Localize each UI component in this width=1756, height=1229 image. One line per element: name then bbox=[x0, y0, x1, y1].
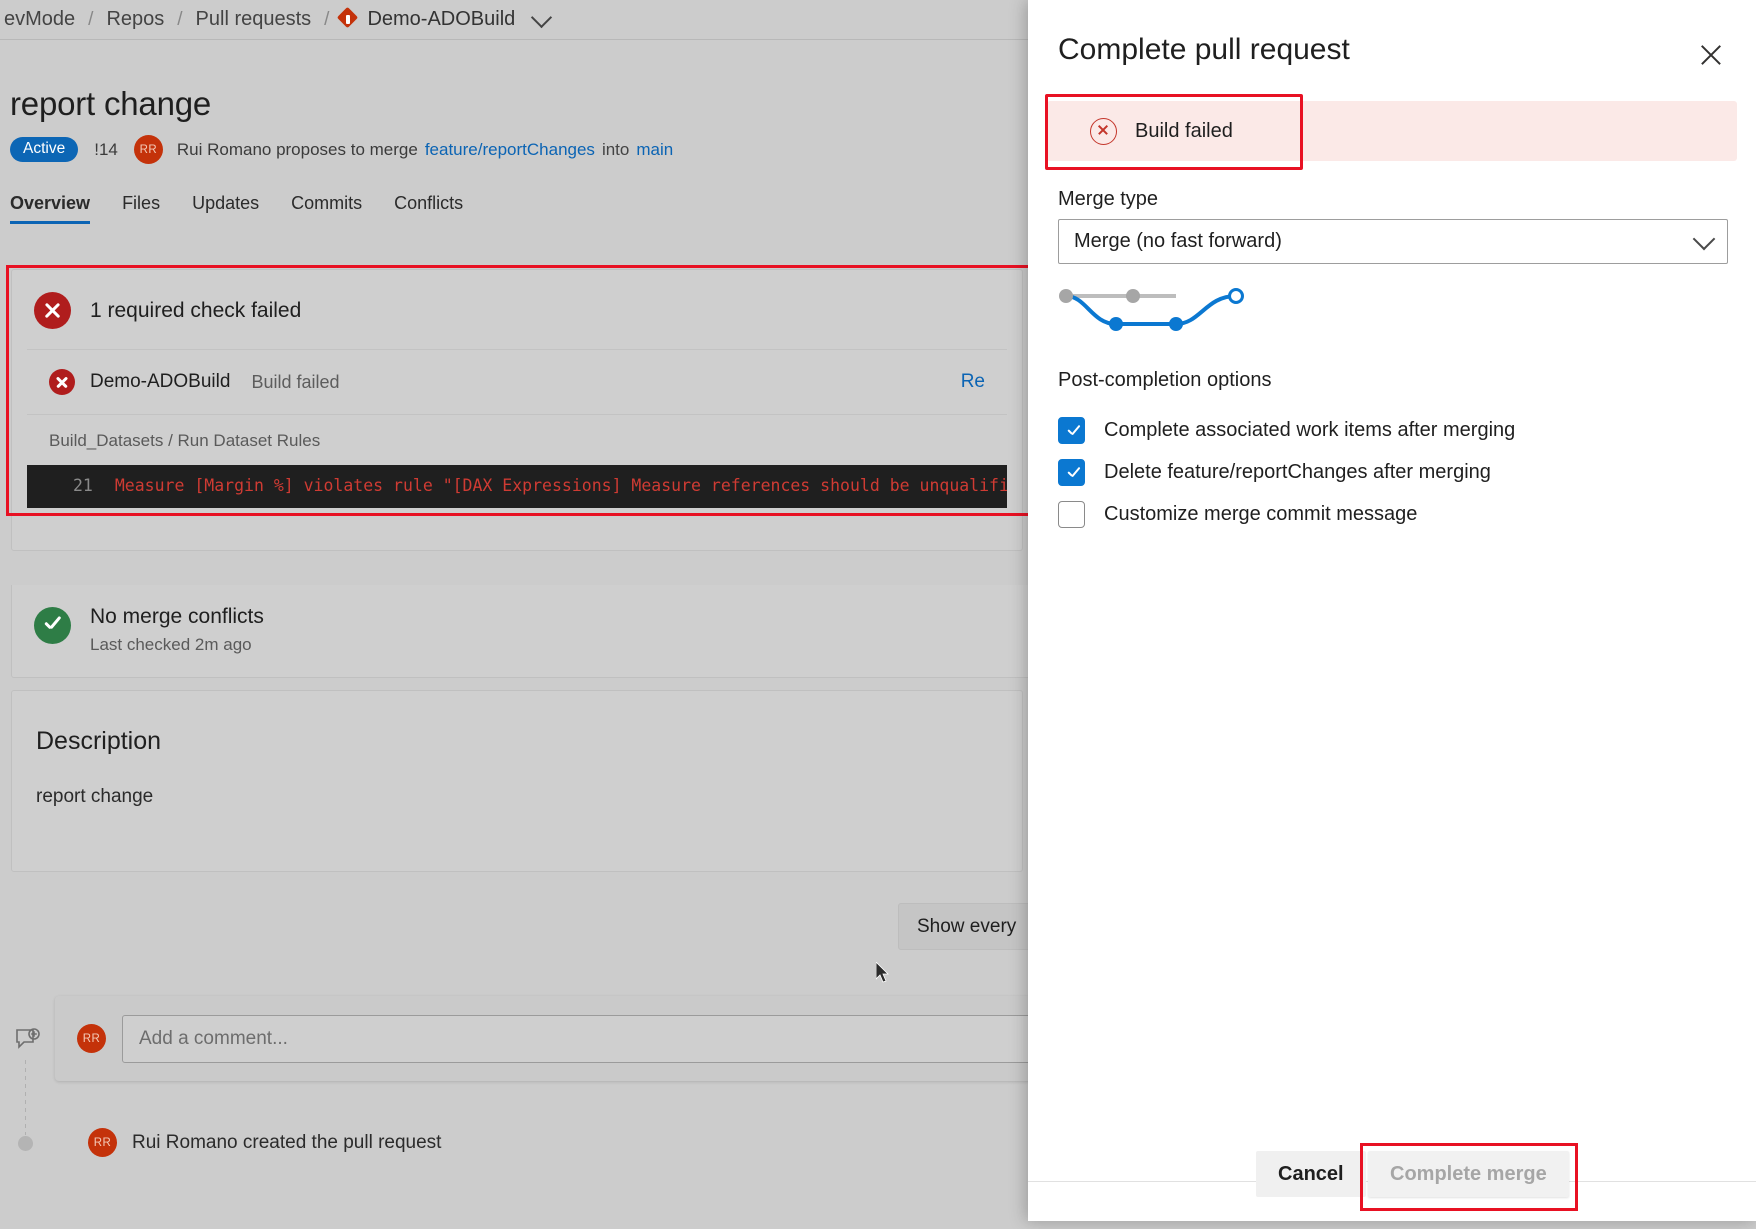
source-branch-link[interactable]: feature/reportChanges bbox=[425, 140, 595, 160]
status-badge: Active bbox=[10, 137, 78, 162]
check-row[interactable]: Demo-ADOBuild Build failed Re bbox=[27, 349, 1007, 414]
build-failed-banner-text: Build failed bbox=[1135, 120, 1233, 143]
timeline-rail bbox=[25, 1060, 26, 1135]
merge-type-label: Merge type bbox=[1058, 188, 1158, 211]
avatar: RR bbox=[134, 135, 163, 164]
breadcrumb-repo-label: Demo-ADOBuild bbox=[367, 8, 515, 31]
breadcrumb-separator: / bbox=[79, 9, 102, 31]
breadcrumb-divider bbox=[0, 39, 1050, 40]
merge-type-select[interactable]: Merge (no fast forward) bbox=[1058, 219, 1728, 264]
pr-subline-prefix: Rui Romano proposes to merge bbox=[177, 140, 418, 160]
target-branch-link[interactable]: main bbox=[636, 140, 673, 160]
log-path: Build_Datasets / Run Dataset Rules bbox=[27, 415, 1007, 465]
check-name: Demo-ADOBuild bbox=[90, 371, 230, 393]
merge-type-value: Merge (no fast forward) bbox=[1074, 230, 1282, 253]
error-circle-icon bbox=[49, 369, 75, 395]
avatar: RR bbox=[77, 1024, 106, 1053]
page-title: report change bbox=[10, 85, 211, 123]
avatar: RR bbox=[88, 1128, 117, 1157]
pr-subline-middle: into bbox=[602, 140, 629, 160]
merge-conflicts-card: No merge conflicts Last checked 2m ago bbox=[11, 585, 1067, 678]
cancel-button[interactable]: Cancel bbox=[1256, 1151, 1366, 1197]
required-checks-headline: 1 required check failed bbox=[90, 299, 301, 323]
timeline-dot bbox=[18, 1136, 33, 1151]
tab-overview[interactable]: Overview bbox=[10, 193, 106, 224]
error-circle-icon bbox=[34, 292, 71, 329]
dialog-title: Complete pull request bbox=[1058, 33, 1350, 67]
comment-input[interactable]: Add a comment... bbox=[122, 1015, 1057, 1063]
log-spacer bbox=[27, 508, 1007, 534]
comment-add-icon bbox=[15, 1028, 41, 1052]
required-checks-card: 1 required check failed Demo-ADOBuild Bu… bbox=[11, 269, 1023, 551]
error-circle-icon bbox=[1090, 118, 1117, 145]
option-label: Complete associated work items after mer… bbox=[1104, 419, 1515, 442]
complete-merge-button[interactable]: Complete merge bbox=[1368, 1151, 1569, 1197]
description-card: Description report change bbox=[11, 690, 1023, 872]
check-log-block: Build_Datasets / Run Dataset Rules 21Mea… bbox=[27, 414, 1007, 550]
checkbox-unchecked-icon[interactable] bbox=[1058, 501, 1085, 528]
required-checks-header: 1 required check failed bbox=[12, 270, 1022, 349]
breadcrumb-separator: / bbox=[315, 9, 338, 31]
pr-tabs: Overview Files Updates Commits Conflicts bbox=[10, 193, 479, 224]
build-failed-banner: Build failed bbox=[1047, 101, 1737, 161]
option-label: Customize merge commit message bbox=[1104, 503, 1417, 526]
check-required-link[interactable]: Re bbox=[961, 371, 985, 393]
chevron-down-icon bbox=[1693, 227, 1716, 250]
complete-pull-request-dialog: Complete pull request Build failed Merge… bbox=[1028, 0, 1756, 1221]
breadcrumb-repo-selector[interactable]: Demo-ADOBuild bbox=[338, 8, 549, 31]
mouse-cursor bbox=[876, 962, 890, 983]
merge-no-fast-forward-graph bbox=[1058, 288, 1268, 336]
tab-commits[interactable]: Commits bbox=[275, 193, 378, 224]
comment-placeholder: Add a comment... bbox=[139, 1028, 288, 1050]
close-icon[interactable] bbox=[1694, 38, 1728, 72]
log-message: Measure [Margin %] violates rule "[DAX E… bbox=[115, 476, 1007, 495]
log-terminal: 21Measure [Margin %] violates rule "[DAX… bbox=[27, 465, 1007, 508]
timeline-event: RR Rui Romano created the pull request bbox=[88, 1128, 441, 1157]
tab-updates[interactable]: Updates bbox=[176, 193, 275, 224]
breadcrumb-item-repos[interactable]: Repos bbox=[102, 8, 168, 31]
pr-subline: Active !14 RR Rui Romano proposes to mer… bbox=[10, 135, 673, 164]
merge-conflicts-title: No merge conflicts bbox=[90, 604, 264, 630]
pr-id: !14 bbox=[94, 140, 118, 160]
merge-conflicts-subtitle: Last checked 2m ago bbox=[90, 635, 264, 655]
option-customize-commit-message[interactable]: Customize merge commit message bbox=[1058, 501, 1417, 528]
check-status: Build failed bbox=[251, 372, 339, 393]
tab-files[interactable]: Files bbox=[106, 193, 176, 224]
breadcrumb: evMode / Repos / Pull requests / Demo-AD… bbox=[0, 0, 1050, 39]
log-line-number: 21 bbox=[27, 476, 115, 495]
checkbox-checked-icon[interactable] bbox=[1058, 417, 1085, 444]
description-heading: Description bbox=[12, 691, 1022, 756]
breadcrumb-separator: / bbox=[168, 9, 191, 31]
azure-repos-diamond-icon bbox=[338, 10, 358, 30]
breadcrumb-item-pull-requests[interactable]: Pull requests bbox=[192, 8, 316, 31]
chevron-down-icon[interactable] bbox=[531, 6, 552, 27]
option-delete-branch[interactable]: Delete feature/reportChanges after mergi… bbox=[1058, 459, 1491, 486]
tab-conflicts[interactable]: Conflicts bbox=[378, 193, 479, 224]
timeline-event-text: Rui Romano created the pull request bbox=[132, 1132, 441, 1154]
checkbox-checked-icon[interactable] bbox=[1058, 459, 1085, 486]
post-completion-label: Post-completion options bbox=[1058, 369, 1271, 392]
option-complete-work-items[interactable]: Complete associated work items after mer… bbox=[1058, 417, 1515, 444]
option-label: Delete feature/reportChanges after mergi… bbox=[1104, 461, 1491, 484]
description-body: report change bbox=[12, 756, 1022, 808]
add-comment-card: RR Add a comment... bbox=[55, 996, 1079, 1081]
success-check-icon bbox=[34, 607, 71, 644]
breadcrumb-item-project[interactable]: evMode bbox=[0, 8, 79, 31]
